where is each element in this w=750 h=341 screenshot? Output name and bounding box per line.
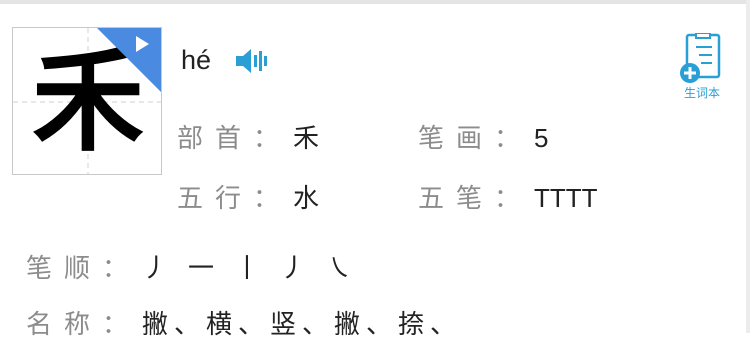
wuxing-label: 五行 [177, 184, 254, 214]
top-divider [0, 0, 750, 4]
stroke-count-colon: ： [494, 124, 521, 154]
radical-label: 部首 [177, 124, 254, 154]
stroke-glyph: 丿 [142, 254, 169, 284]
stroke-order-row: 笔顺：丿一丨丿㇏ [26, 248, 372, 285]
wuxing-row: 五行： 水 [177, 178, 319, 215]
radical-row: 部首： 禾 [177, 118, 319, 155]
vocabulary-book-icon [680, 33, 721, 83]
radical-value: 禾 [293, 124, 320, 154]
stroke-glyph: 一 [188, 254, 215, 284]
wubi-row: 五笔： TTTT [418, 178, 598, 215]
stroke-order-colon: ： [102, 254, 129, 284]
stroke-glyph: ㇏ [326, 254, 353, 284]
stroke-names-value: 撇、横、竖、撇、捺、 [142, 310, 463, 340]
wubi-value: TTTT [534, 183, 598, 213]
vocabulary-book-button[interactable]: 生词本 [676, 33, 728, 103]
stroke-count-label: 笔画 [418, 124, 495, 154]
stroke-glyph: 丿 [280, 254, 307, 284]
pinyin-text: hé [181, 45, 212, 75]
stroke-glyph: 丨 [234, 254, 261, 284]
character-tile: 禾 [12, 27, 162, 175]
radical-colon: ： [253, 124, 280, 154]
stroke-order-label: 笔顺 [26, 254, 103, 284]
wubi-label: 五笔 [418, 184, 495, 214]
right-divider [746, 0, 750, 333]
stroke-count-value: 5 [534, 123, 549, 153]
vocabulary-book-label: 生词本 [683, 86, 720, 100]
stroke-names-label: 名称 [26, 310, 103, 340]
stroke-names-colon: ： [102, 310, 129, 340]
wuxing-value: 水 [293, 184, 320, 214]
stroke-names-row: 名称： 撇、横、竖、撇、捺、 [26, 304, 462, 341]
wubi-colon: ： [494, 184, 521, 214]
wuxing-colon: ： [253, 184, 280, 214]
speaker-icon[interactable] [236, 46, 270, 76]
stroke-count-row: 笔画： 5 [418, 118, 549, 155]
play-triangle-icon[interactable] [96, 27, 162, 93]
